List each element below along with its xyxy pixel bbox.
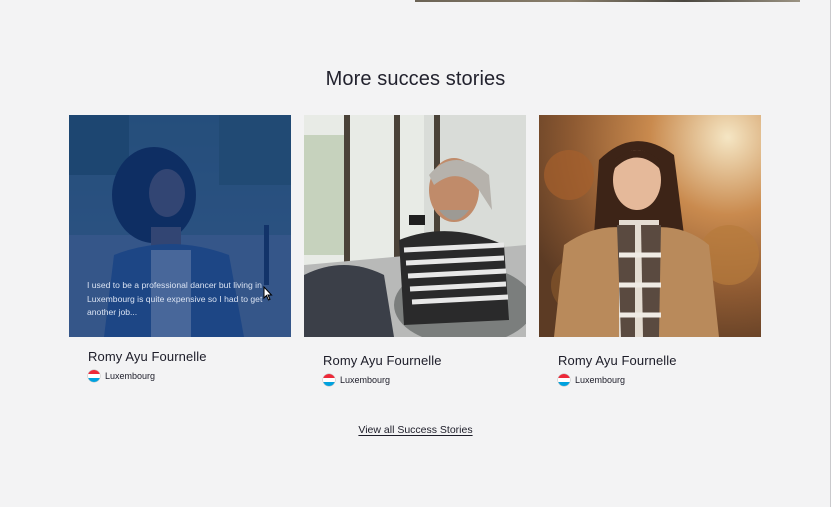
mouse-cursor-icon <box>263 285 273 306</box>
section-title: More succes stories <box>325 68 506 90</box>
story-quote: I used to be a professional dancer but l… <box>87 280 263 317</box>
luxembourg-flag-icon <box>323 374 335 386</box>
story-photo <box>304 115 526 337</box>
luxembourg-flag-icon <box>88 370 100 382</box>
story-country-label: Luxembourg <box>105 371 156 381</box>
view-all-container: View all Success Stories <box>0 424 831 436</box>
story-country: Luxembourg <box>323 374 526 386</box>
story-card[interactable]: Romy Ayu Fournelle Luxembourg <box>539 115 761 386</box>
story-country-label: Luxembourg <box>340 375 391 385</box>
story-name: Romy Ayu Fournelle <box>88 349 207 364</box>
story-country-label: Luxembourg <box>575 375 626 385</box>
view-all-success-stories-link[interactable]: View all Success Stories <box>358 424 472 436</box>
story-photo: I used to be a professional dancer but l… <box>69 115 291 337</box>
story-photo <box>539 115 761 337</box>
story-country: Luxembourg <box>88 370 291 382</box>
previous-section-image-edge <box>415 0 800 2</box>
story-name: Romy Ayu Fournelle <box>558 353 677 368</box>
luxembourg-flag-icon <box>558 374 570 386</box>
story-card[interactable]: I used to be a professional dancer but l… <box>69 115 291 382</box>
story-card[interactable]: Romy Ayu Fournelle Luxembourg <box>304 115 526 386</box>
story-name: Romy Ayu Fournelle <box>323 353 442 368</box>
story-country: Luxembourg <box>558 374 761 386</box>
